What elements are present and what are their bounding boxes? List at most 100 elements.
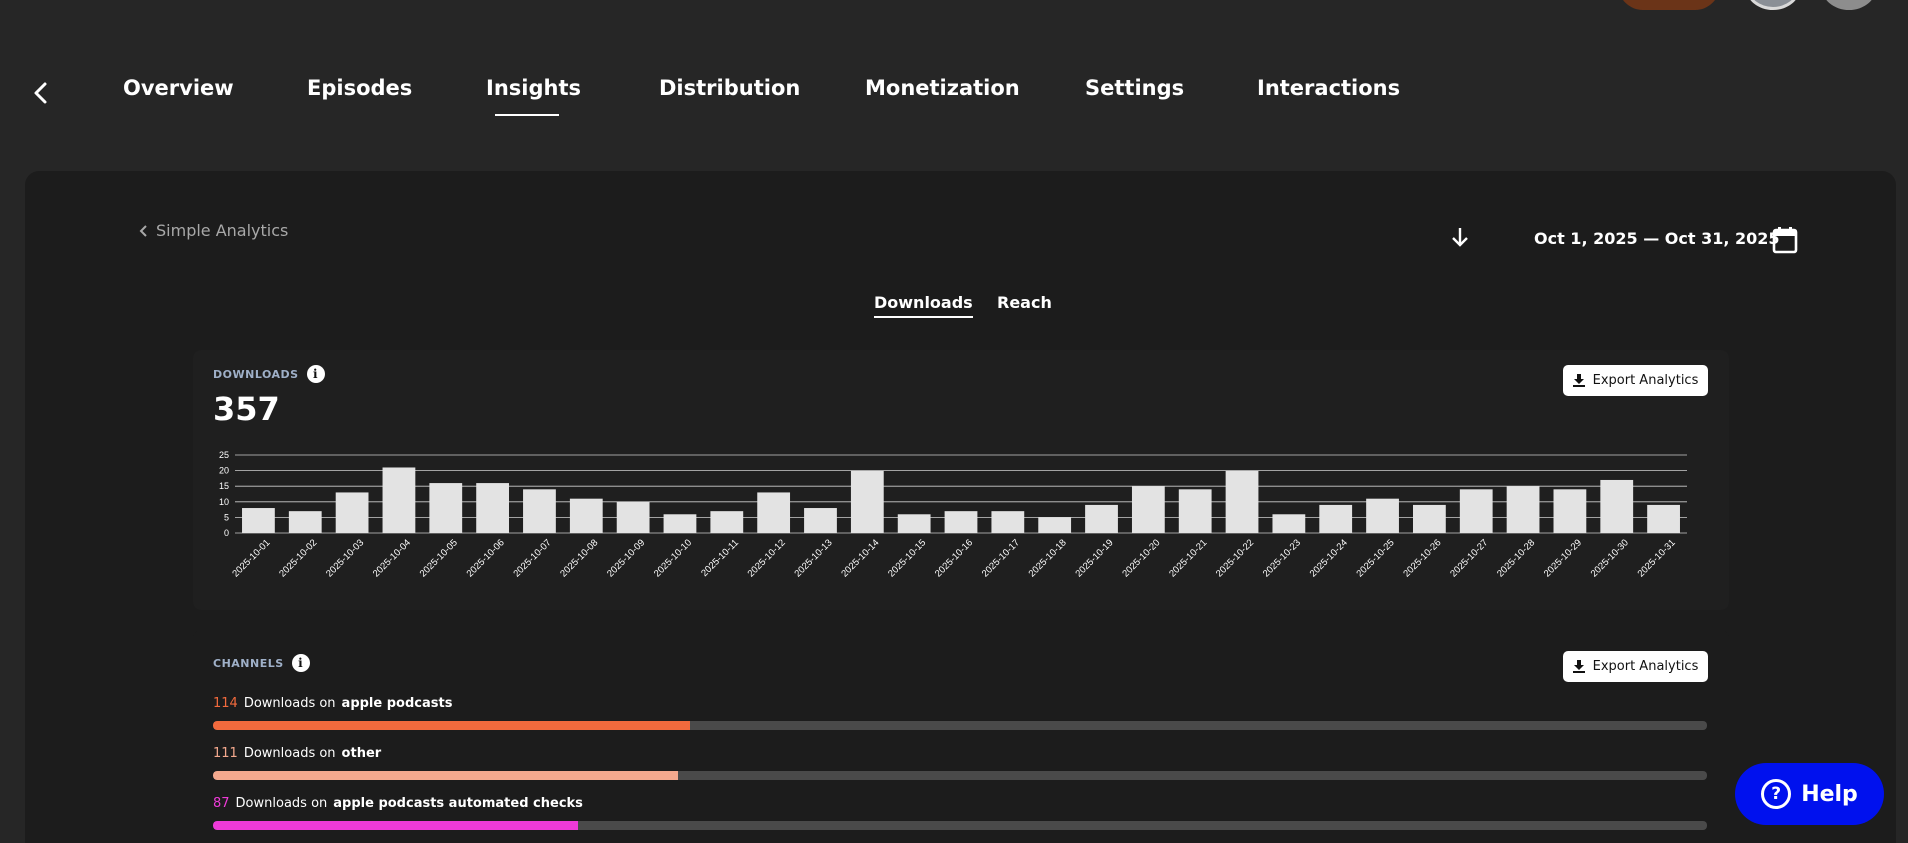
avatar[interactable]: [1746, 0, 1800, 10]
tab-overview[interactable]: Overview: [123, 76, 234, 100]
x-tick-label: 2025-10-19: [1073, 537, 1115, 579]
info-icon[interactable]: i: [306, 365, 325, 383]
x-tick-label: 2025-10-09: [605, 537, 647, 579]
chart-bar[interactable]: [1600, 479, 1634, 533]
y-tick-label: 25: [219, 450, 229, 460]
chart-bar[interactable]: [1272, 514, 1306, 533]
x-tick-label: 2025-10-11: [699, 537, 741, 579]
back-link-label: Simple Analytics: [156, 221, 289, 240]
chart-bar[interactable]: [242, 508, 275, 533]
x-tick-label: 2025-10-06: [465, 537, 507, 579]
chart-bar[interactable]: [1647, 504, 1680, 533]
channels-section-label: CHANNELS i: [213, 654, 310, 672]
channel-bar-fill: [213, 821, 578, 830]
downloads-label: DOWNLOADS: [213, 367, 299, 381]
account-avatar[interactable]: [1822, 0, 1876, 10]
chart-bar[interactable]: [429, 483, 463, 533]
channel-name: apple podcasts: [341, 696, 453, 711]
downloads-bar-chart: 0 5 10 15 20 25 2025-10-01 2025-10-02 2025-10-03…: [219, 450, 1687, 579]
export-analytics-button[interactable]: Export Analytics: [1563, 365, 1708, 396]
download-icon: [1572, 374, 1585, 387]
y-tick-label: 20: [219, 466, 229, 476]
download-arrow-icon[interactable]: [1447, 224, 1473, 250]
channel-row: 111 Downloads on other: [213, 746, 1707, 780]
channel-label: 111 Downloads on other: [213, 746, 1707, 761]
profile-pill[interactable]: [1618, 0, 1720, 10]
export-analytics-button[interactable]: Export Analytics: [1563, 651, 1708, 682]
chart-bar[interactable]: [663, 514, 697, 533]
x-tick-label: 2025-10-04: [371, 537, 413, 579]
chart-bar[interactable]: [1319, 504, 1353, 533]
chart-bar[interactable]: [569, 498, 603, 533]
channel-row: 87 Downloads on apple podcasts automated c…: [213, 796, 1707, 830]
y-tick-label: 0: [224, 528, 229, 538]
tab-episodes[interactable]: Episodes: [307, 76, 412, 100]
x-tick-label: 2025-10-13: [792, 537, 834, 579]
chart-bar[interactable]: [991, 511, 1025, 533]
x-tick-label: 2025-10-31: [1636, 537, 1678, 579]
downloads-total: 357: [213, 390, 280, 428]
chart-bar[interactable]: [1553, 489, 1587, 533]
x-tick-label: 2025-10-17: [980, 537, 1022, 579]
chart-bar[interactable]: [897, 514, 931, 533]
subtab-reach[interactable]: Reach: [997, 293, 1052, 312]
help-button[interactable]: ? Help: [1735, 763, 1884, 825]
chart-bar[interactable]: [1506, 486, 1540, 533]
back-button[interactable]: [26, 78, 56, 108]
chevron-left-icon: [34, 82, 47, 104]
x-tick-label: 2025-10-26: [1401, 537, 1443, 579]
x-tick-label: 2025-10-03: [324, 537, 366, 579]
chart-bar[interactable]: [1178, 489, 1212, 533]
chart-bar[interactable]: [757, 492, 791, 533]
chart-bar[interactable]: [382, 467, 416, 533]
chart-bar[interactable]: [476, 483, 510, 533]
chart-bar[interactable]: [1038, 517, 1072, 533]
channel-downloads-on: Downloads on: [235, 796, 328, 811]
y-tick-label: 10: [219, 497, 229, 507]
tab-settings[interactable]: Settings: [1085, 76, 1184, 100]
date-range[interactable]: Oct 1, 2025 — Oct 31, 2025: [1534, 229, 1780, 248]
chart-bar[interactable]: [335, 492, 369, 533]
chevron-left-icon: [139, 224, 147, 237]
chart-bar[interactable]: [288, 511, 322, 533]
tab-insights[interactable]: Insights: [486, 76, 581, 116]
info-icon[interactable]: i: [291, 654, 310, 672]
chart-bar[interactable]: [1131, 486, 1165, 533]
channel-label: 87 Downloads on apple podcasts automated c…: [213, 796, 1707, 811]
chart-bar[interactable]: [710, 511, 744, 533]
x-tick-label: 2025-10-21: [1167, 537, 1209, 579]
chart-bar[interactable]: [804, 508, 837, 533]
chart-bar[interactable]: [1085, 504, 1118, 533]
channel-bar-track: [213, 771, 1707, 780]
x-tick-label: 2025-10-23: [1261, 537, 1303, 579]
x-tick-label: 2025-10-08: [558, 537, 600, 579]
simple-analytics-back-link[interactable]: Simple Analytics: [138, 221, 288, 240]
chart-bar[interactable]: [1225, 470, 1259, 533]
chart-bar[interactable]: [1459, 489, 1493, 533]
channel-count: 111: [213, 746, 238, 761]
x-tick-label: 2025-10-05: [418, 537, 460, 579]
x-tick-label: 2025-10-16: [933, 537, 975, 579]
chart-bar[interactable]: [1412, 504, 1446, 533]
channel-bar-track: [213, 721, 1707, 730]
channel-name: other: [341, 746, 382, 761]
chart-bar[interactable]: [616, 501, 650, 533]
chart-bar[interactable]: [1366, 498, 1399, 533]
x-tick-label: 2025-10-22: [1214, 537, 1256, 579]
x-tick-label: 2025-10-28: [1495, 537, 1537, 579]
channel-bar-fill: [213, 771, 678, 780]
calendar-icon[interactable]: [1772, 226, 1798, 254]
tab-distribution[interactable]: Distribution: [659, 76, 800, 100]
x-tick-label: 2025-10-24: [1308, 537, 1350, 579]
chart-bar[interactable]: [523, 489, 556, 533]
y-tick-label: 15: [219, 481, 229, 491]
x-tick-label: 2025-10-27: [1448, 537, 1490, 579]
x-tick-label: 2025-10-20: [1120, 537, 1162, 579]
chart-bar[interactable]: [944, 511, 978, 533]
subtab-downloads[interactable]: Downloads: [874, 293, 973, 318]
tab-interactions[interactable]: Interactions: [1257, 76, 1400, 100]
chart-bar[interactable]: [850, 470, 884, 533]
channel-downloads-on: Downloads on: [243, 696, 336, 711]
channel-label: 114 Downloads on apple podcasts: [213, 696, 1707, 711]
tab-monetization[interactable]: Monetization: [865, 76, 1020, 100]
